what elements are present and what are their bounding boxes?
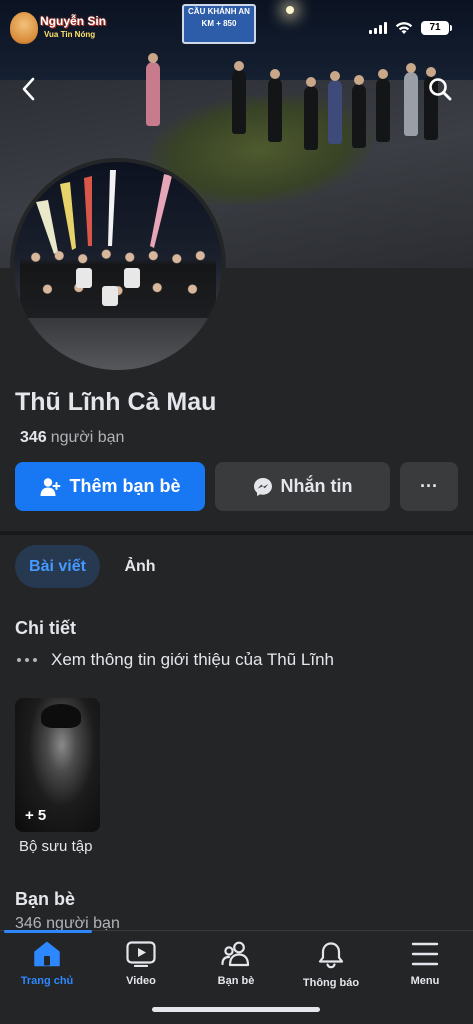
messenger-icon <box>253 477 272 496</box>
watermark-logo: Nguyễn Sin Vua Tin Nóng <box>10 12 120 46</box>
cover-person <box>352 75 366 148</box>
friends-count-label: người bạn <box>50 429 125 446</box>
road-sign-line1: CẦU KHÁNH AN <box>188 7 250 16</box>
cover-person <box>232 61 246 134</box>
road-sign-line2: KM + 850 <box>201 19 237 28</box>
more-options-icon: ··· <box>420 476 438 496</box>
add-friend-button[interactable]: Thêm bạn bè <box>15 462 205 511</box>
street-lamp <box>286 6 294 14</box>
nav-friends[interactable]: Bạn bè <box>189 941 283 987</box>
cover-person <box>146 53 160 126</box>
message-button[interactable]: Nhắn tin <box>215 462 390 511</box>
intro-link-label: Xem thông tin giới thiệu của Thũ Lĩnh <box>51 650 335 669</box>
avatar-shirt <box>124 268 140 288</box>
cover-person <box>268 69 282 142</box>
bell-icon <box>318 942 344 969</box>
more-options-button[interactable]: ··· <box>400 462 458 511</box>
nav-friends-label: Bạn bè <box>217 975 255 987</box>
back-arrow-icon[interactable] <box>16 76 42 102</box>
search-icon[interactable] <box>427 76 453 102</box>
nav-notifications[interactable]: Thông báo <box>284 941 378 989</box>
cover-person <box>328 71 342 144</box>
status-bar: 71 <box>369 18 452 38</box>
active-tab-indicator <box>4 930 92 933</box>
cellular-signal-icon <box>369 22 387 34</box>
watermark-face-icon <box>10 12 38 44</box>
nav-home[interactable]: Trang chủ <box>0 941 94 987</box>
home-indicator <box>152 1007 320 1012</box>
collection-card[interactable]: + 5 <box>15 698 100 832</box>
profile-name: Thũ Lĩnh Cà Mau <box>15 388 217 416</box>
collection-label[interactable]: Bộ sưu tập <box>19 838 92 855</box>
road-sign: CẦU KHÁNH AN KM + 850 <box>182 4 256 44</box>
nav-menu-label: Menu <box>410 975 440 987</box>
home-icon <box>34 941 60 967</box>
nav-video-label: Video <box>126 975 156 987</box>
nav-home-label: Trang chủ <box>20 975 74 987</box>
add-friend-icon <box>40 477 61 496</box>
battery-icon: 71 <box>421 21 452 35</box>
section-divider <box>0 531 473 535</box>
collection-count: + 5 <box>25 807 47 824</box>
avatar-shirt <box>76 268 92 288</box>
profile-avatar[interactable] <box>10 158 226 374</box>
watermark-line1: Nguyễn Sin <box>40 14 107 28</box>
cover-person <box>376 69 390 142</box>
nav-menu[interactable]: Menu <box>378 941 472 987</box>
cover-person <box>404 63 418 136</box>
menu-icon <box>411 942 439 966</box>
add-friend-label: Thêm bạn bè <box>69 476 181 496</box>
friends-section-title: Bạn bè <box>15 889 76 909</box>
avatar-group <box>20 242 216 318</box>
collection-photo <box>41 704 81 728</box>
wifi-icon <box>395 22 413 34</box>
friends-icon <box>221 941 250 967</box>
intro-link[interactable]: Xem thông tin giới thiệu của Thũ Lĩnh <box>17 650 334 670</box>
video-icon <box>126 941 156 967</box>
nav-video[interactable]: Video <box>94 941 188 987</box>
avatar-shirt <box>102 286 118 306</box>
watermark-line2: Vua Tin Nóng <box>44 30 96 39</box>
cover-person <box>304 77 318 150</box>
more-dots-icon <box>17 658 37 662</box>
nav-notifications-label: Thông báo <box>302 977 360 989</box>
friends-count-number: 346 <box>20 429 47 446</box>
friends-count[interactable]: 346 người bạn <box>20 429 124 447</box>
tab-photos[interactable]: Ảnh <box>110 545 170 588</box>
message-label: Nhắn tin <box>280 476 353 496</box>
details-title: Chi tiết <box>15 618 76 638</box>
tab-posts[interactable]: Bài viết <box>15 545 100 588</box>
